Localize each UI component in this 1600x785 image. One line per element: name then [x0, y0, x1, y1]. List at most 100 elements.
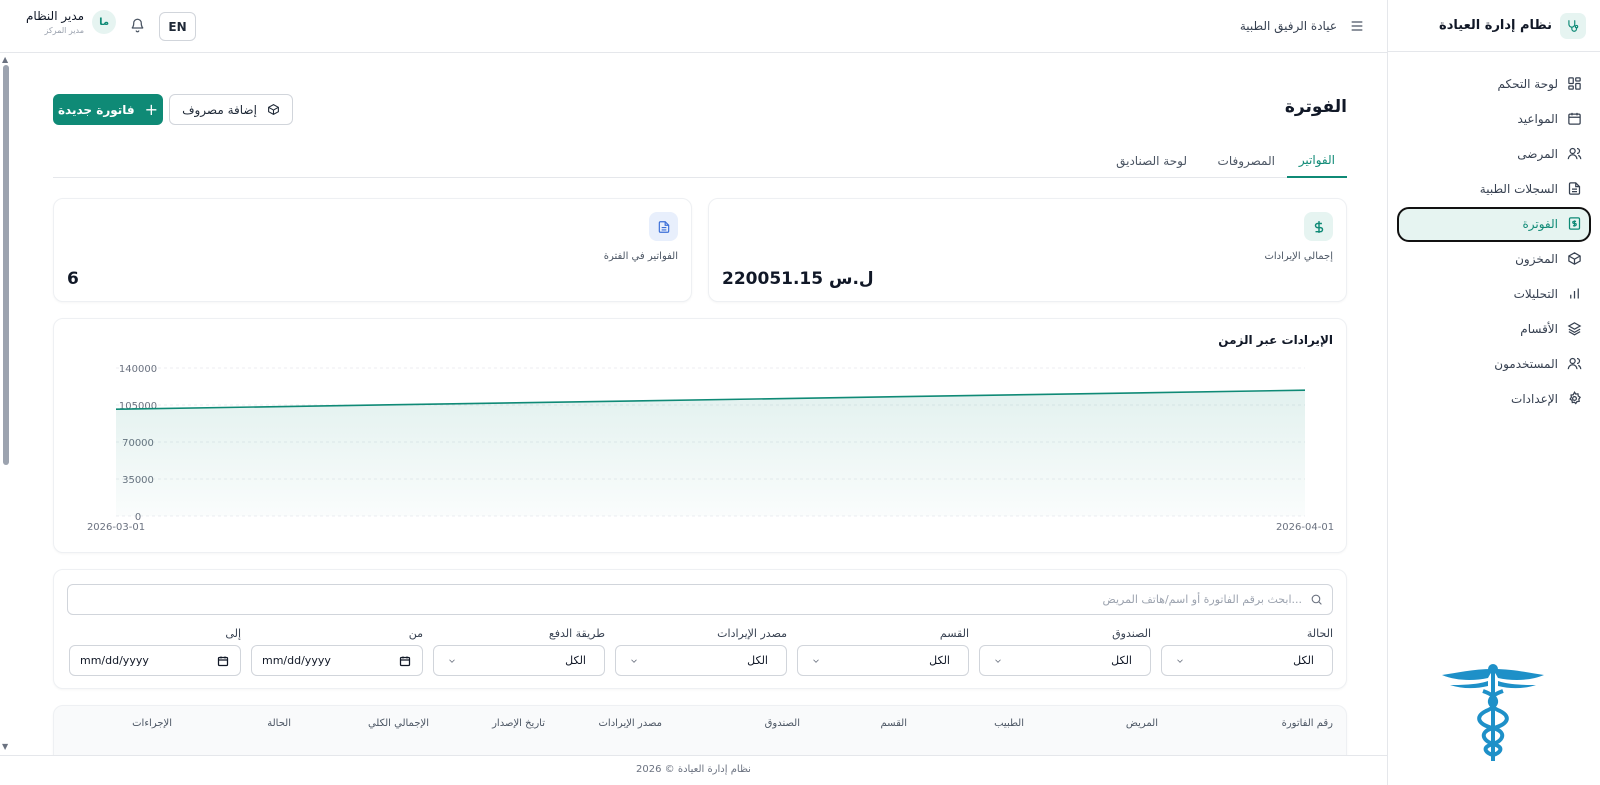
invoices-stat-card: الفواتير في الفترة 6 [53, 198, 692, 302]
billing-tabs: الفواتير المصروفات لوحة الصناديق [53, 143, 1347, 178]
tab-funds-dashboard[interactable]: لوحة الصناديق [1116, 143, 1187, 178]
calendar-icon [1568, 112, 1581, 125]
series-area [116, 390, 1305, 516]
bar-chart-icon [1570, 288, 1579, 299]
stethoscope-icon [1560, 12, 1586, 39]
table-header-fund: الصندوق [764, 718, 800, 729]
scrollbar-thumb[interactable] [3, 65, 9, 465]
department-filter-value: الكل [929, 654, 950, 667]
revenue-label: إجمالي الإيرادات [1264, 251, 1333, 262]
chevron-down-icon [813, 659, 819, 663]
sidebar-item-label: التحليلات [1513, 286, 1558, 301]
department-filter-label: القسم [939, 627, 969, 640]
caduceus-logo-icon [1438, 663, 1548, 763]
payment-method-filter-select[interactable]: الكل [433, 645, 605, 676]
search-icon [1310, 593, 1323, 606]
add-expense-label: إضافة مصروف [182, 102, 257, 117]
sidebar-item-label: السجلات الطبية [1479, 181, 1558, 196]
sidebar-item-label: الأقسام [1520, 321, 1558, 336]
table-header-revenue-source: مصدر الإيرادات [598, 718, 663, 729]
fund-filter-value: الكل [1111, 654, 1132, 667]
fund-filter-select[interactable]: الكل [979, 645, 1151, 676]
sidebar-nav: لوحة التحكم المواعيد المرضى السجلات الطب… [1387, 66, 1600, 416]
revenue-source-filter-select[interactable]: الكل [615, 645, 787, 676]
from-date-input[interactable]: mm/dd/yyyy [251, 645, 423, 676]
revenue-stat-card: إجمالي الإيرادات ل.س 220051.15 [708, 198, 1347, 302]
sidebar-item-billing[interactable]: الفوترة [1387, 206, 1600, 242]
sidebar-item-label: المرضى [1517, 146, 1558, 161]
sidebar-item-dashboard[interactable]: لوحة التحكم [1387, 66, 1600, 101]
user-role: مدير المركز [44, 26, 85, 35]
revenue-source-filter-label: مصدر الإيرادات [717, 627, 787, 640]
new-invoice-button[interactable]: فاتورة جديدة + [53, 94, 163, 125]
plus-icon: + [144, 100, 159, 119]
sidebar-item-analytics[interactable]: التحليلات [1387, 276, 1600, 311]
user-info: مدير النظام مدير المركز [26, 9, 84, 35]
payment-method-filter-value: الكل [565, 654, 586, 667]
status-filter-select[interactable]: الكل [1161, 645, 1333, 676]
table-header-issue-date: تاريخ الإصدار [492, 718, 545, 729]
gear-icon [1569, 391, 1581, 405]
revenue-chart-card: الإيرادات عبر الزمن 14000010500070000350… [53, 318, 1347, 553]
avatar[interactable]: ما [92, 10, 117, 34]
tab-expenses[interactable]: المصروفات [1218, 143, 1275, 178]
sidebar-item-departments[interactable]: الأقسام [1387, 311, 1600, 346]
clinic-switcher[interactable]: عيادة الرفيق الطبية [1240, 0, 1365, 52]
sidebar-item-patients[interactable]: المرضى [1387, 136, 1600, 171]
table-header-patient: المريض [1125, 718, 1158, 729]
topbar: عيادة الرفيق الطبية EN مدير النظام مدير … [0, 0, 1387, 53]
sidebar-item-inventory[interactable]: المخزون [1387, 241, 1600, 276]
document-icon [1568, 182, 1581, 195]
sidebar-item-medical-records[interactable]: السجلات الطبية [1387, 171, 1600, 206]
revenue-source-filter-value: الكل [747, 654, 768, 667]
tab-invoices[interactable]: الفواتير [1286, 143, 1347, 178]
invoices-value: 6 [67, 269, 79, 289]
users-icon [1567, 147, 1582, 160]
footer: نظام إدارة العيادة © 2026 [0, 755, 1387, 785]
revenue-value: ل.س 220051.15 [722, 269, 874, 289]
table-header-actions: الإجراءات [132, 718, 172, 729]
document-icon [649, 212, 678, 241]
bell-icon[interactable] [130, 18, 145, 33]
calendar-icon[interactable] [399, 655, 411, 667]
chevron-down-icon [631, 659, 637, 663]
new-invoice-label: فاتورة جديدة [57, 102, 135, 117]
sidebar-item-users[interactable]: المستخدمون [1387, 346, 1600, 381]
table-header-invoice-number: رقم الفاتورة [1281, 718, 1333, 729]
scrollbar[interactable]: ▲ ▼ [0, 53, 12, 755]
sidebar-item-label: الفوترة [1522, 216, 1558, 231]
box-icon [268, 104, 279, 115]
sidebar-item-label: الإعدادات [1511, 391, 1558, 406]
scroll-up-arrow-icon[interactable]: ▲ [2, 55, 8, 64]
brand[interactable]: نظام إدارة العيادة [1388, 0, 1600, 52]
search-placeholder: ابحث برقم الفاتورة أو اسم/هاتف المريض... [1102, 593, 1303, 606]
chevron-down-icon [449, 659, 455, 663]
add-expense-button[interactable]: إضافة مصروف [169, 94, 293, 125]
search-input[interactable]: ابحث برقم الفاتورة أو اسم/هاتف المريض... [67, 584, 1333, 615]
menu-icon[interactable] [1349, 18, 1365, 34]
from-date-value: mm/dd/yyyy [262, 654, 331, 667]
dollar-icon [1304, 212, 1333, 241]
sidebar-item-label: المخزون [1515, 251, 1558, 266]
chevron-down-icon [1177, 659, 1183, 663]
sidebar-item-label: المواعيد [1517, 111, 1558, 126]
sidebar-item-settings[interactable]: الإعدادات [1387, 381, 1600, 416]
payment-method-filter-label: طريقة الدفع [548, 627, 605, 640]
y-tick-label: 140000 [119, 364, 157, 375]
scroll-down-arrow-icon[interactable]: ▼ [2, 742, 8, 751]
x-tick-label: 2026-04-01 [1276, 522, 1334, 533]
from-date-label: من [408, 627, 423, 640]
language-toggle-button[interactable]: EN [159, 12, 196, 41]
billing-icon [1568, 217, 1581, 230]
status-filter-value: الكل [1293, 654, 1314, 667]
user-name: مدير النظام [26, 9, 85, 23]
status-filter-label: الحالة [1306, 627, 1333, 640]
sidebar-item-appointments[interactable]: المواعيد [1387, 101, 1600, 136]
calendar-icon[interactable] [217, 655, 229, 667]
department-filter-select[interactable]: الكل [797, 645, 969, 676]
user-menu[interactable]: مدير النظام مدير المركز ما [26, 9, 117, 35]
sidebar: نظام إدارة العيادة لوحة التحكم المواعيد … [1387, 0, 1600, 785]
clinic-name: عيادة الرفيق الطبية [1239, 19, 1337, 33]
box-icon [1568, 252, 1581, 265]
to-date-input[interactable]: mm/dd/yyyy [69, 645, 241, 676]
